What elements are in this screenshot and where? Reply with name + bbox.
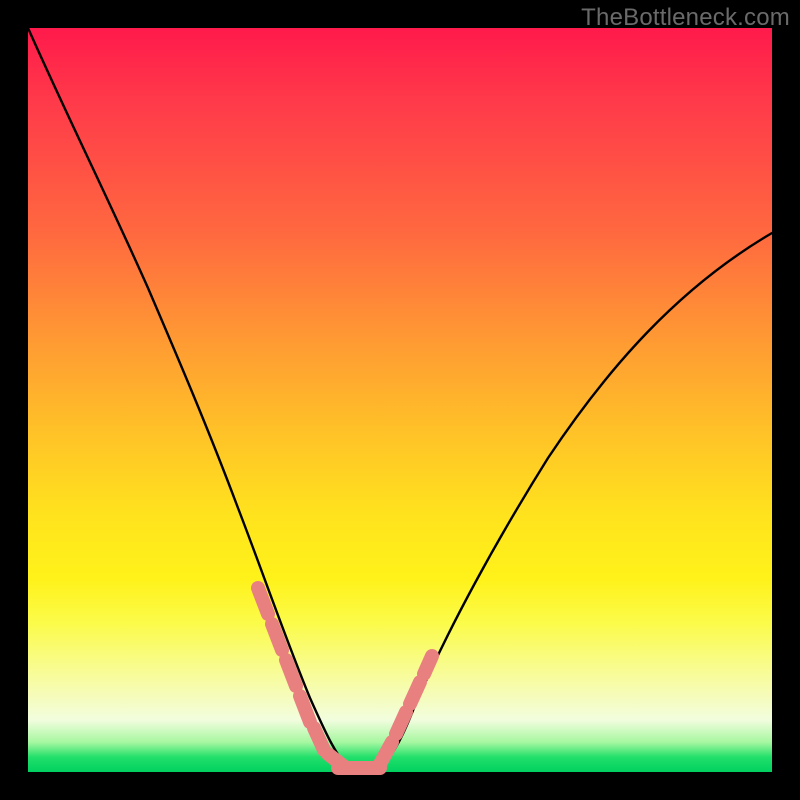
curve-svg	[28, 28, 772, 772]
gradient-plot-area	[28, 28, 772, 772]
chart-stage: TheBottleneck.com	[0, 0, 800, 800]
highlight-ascending	[380, 656, 432, 764]
bottleneck-curve	[28, 28, 772, 768]
